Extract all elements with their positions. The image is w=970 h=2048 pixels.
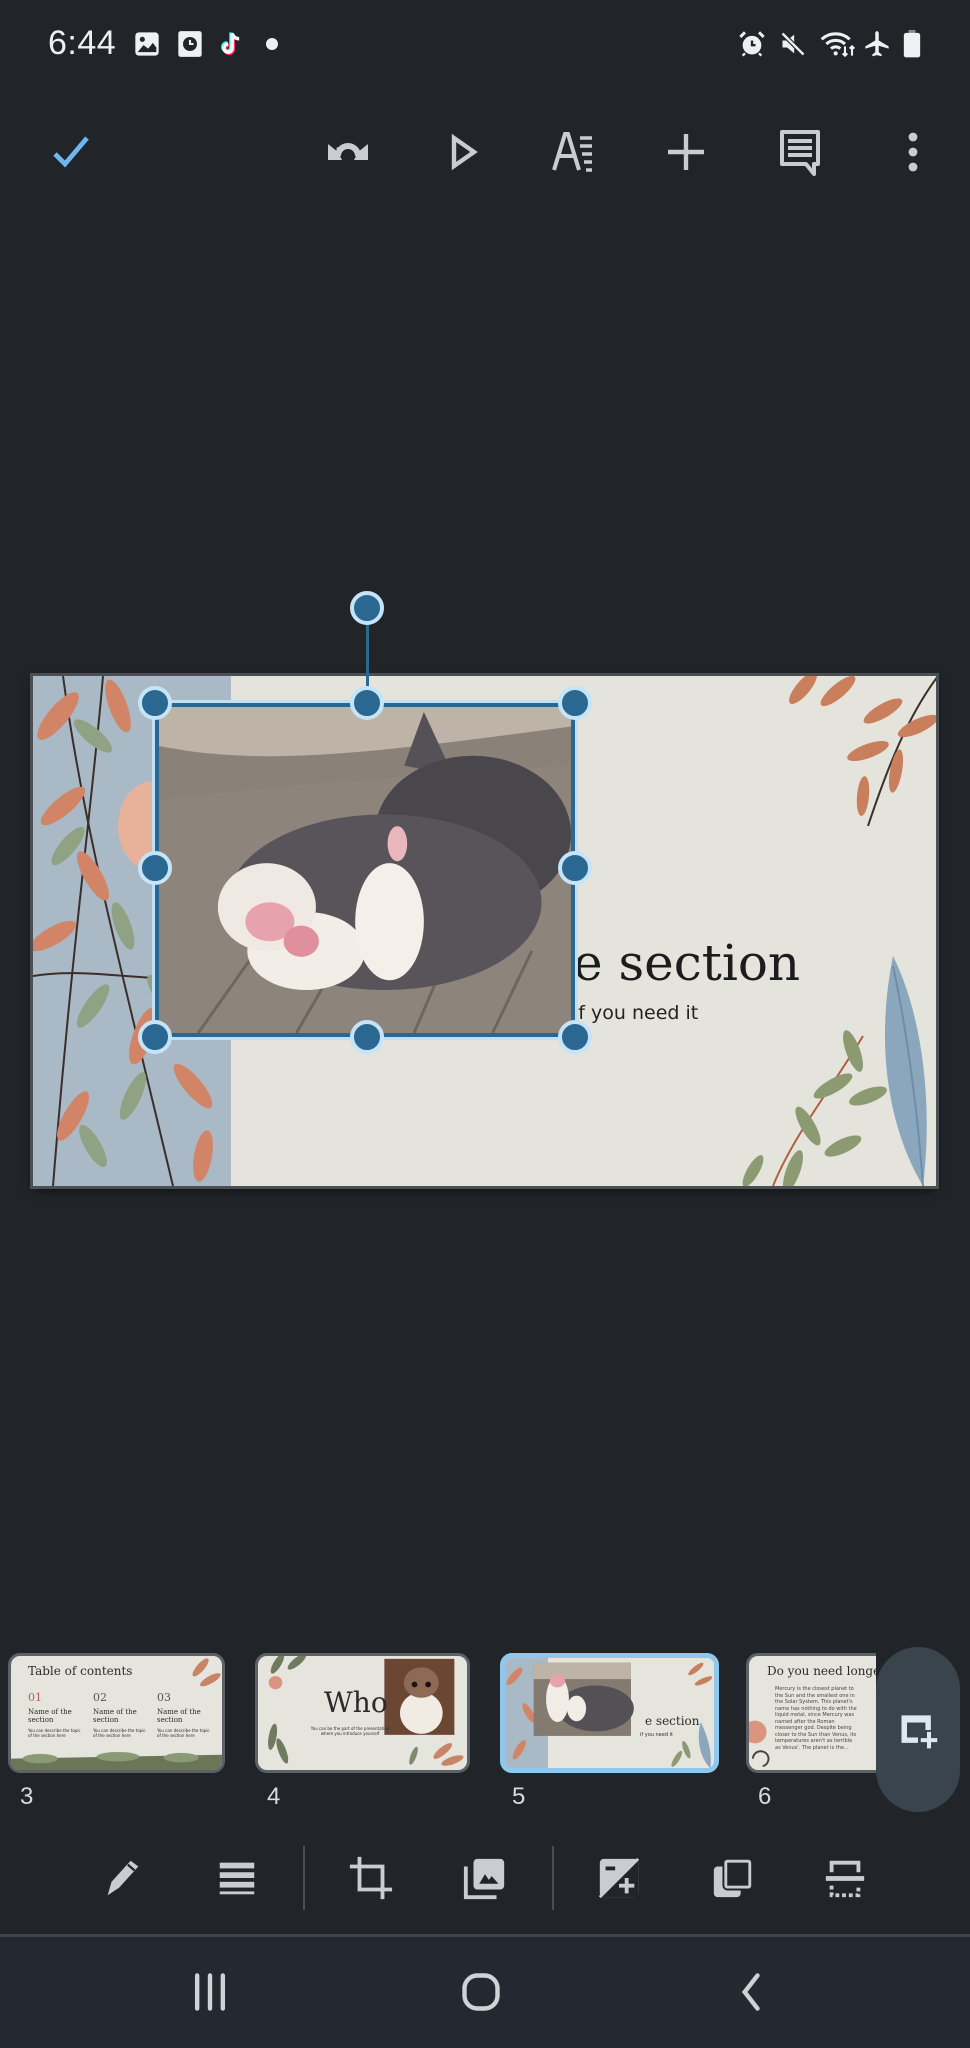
thumbnail-item-desc: You can describe the topic of the sectio… <box>157 1728 210 1738</box>
system-nav-bar <box>0 1937 970 2048</box>
slide-subtitle[interactable]: if you need it <box>573 1002 698 1024</box>
gallery-notification-icon <box>133 30 161 58</box>
alarm-icon <box>737 30 767 58</box>
resize-handle-bottom-right[interactable] <box>558 1020 592 1054</box>
more-vertical-icon <box>908 132 918 172</box>
more-notifications-dot <box>266 38 278 50</box>
resize-handle-bottom[interactable] <box>350 1020 384 1054</box>
toolbar-divider <box>552 1846 554 1910</box>
thumbnail-decoration <box>505 1658 713 1768</box>
wifi-icon <box>818 30 858 58</box>
thumbnail-title: Table of contents <box>28 1664 133 1678</box>
status-bar: 6:44 <box>0 0 970 92</box>
resize-handle-right[interactable] <box>558 851 592 885</box>
tiktok-icon <box>216 30 246 58</box>
thumbnail-item-desc: You can describe the topic of the sectio… <box>93 1728 146 1738</box>
replace-image-button[interactable] <box>455 1848 515 1908</box>
done-button[interactable] <box>41 122 101 182</box>
align-center-icon <box>825 1860 865 1898</box>
airplane-mode-icon <box>862 30 892 58</box>
slide-thumbnail-5[interactable]: e section if you need it <box>500 1653 719 1773</box>
back-icon <box>741 1973 760 2011</box>
recents-icon <box>194 1973 226 2011</box>
resize-handle-bottom-left[interactable] <box>138 1020 172 1054</box>
adjustments-button[interactable] <box>589 1848 649 1908</box>
slide-title[interactable]: e section <box>573 934 800 992</box>
leaf-decoration-top-right <box>789 676 936 826</box>
thumbnail-item-number: 02 <box>93 1691 107 1704</box>
lines-icon <box>219 1862 255 1895</box>
kitten-photo <box>159 707 571 1033</box>
crop-icon <box>349 1856 393 1900</box>
thumbnail-title: Do you need longer t <box>767 1664 876 1678</box>
thumbnail-desc: You can be the part of the presentation … <box>310 1726 390 1736</box>
thumbnail-title: Who <box>324 1686 388 1719</box>
resize-handle-top-right[interactable] <box>558 686 592 720</box>
toolbar-divider <box>303 1846 305 1910</box>
thumbnail-item-name: Name of the section <box>28 1708 72 1724</box>
slide-number: 4 <box>267 1783 281 1810</box>
thumbnail-item-number: 03 <box>157 1691 171 1704</box>
recent-apps-button[interactable] <box>180 1962 240 2022</box>
present-button[interactable] <box>432 122 492 182</box>
slide-thumbnail-6[interactable]: Do you need longer t Mercury is the clos… <box>746 1653 876 1773</box>
plus-icon <box>668 134 704 170</box>
selected-image[interactable] <box>152 700 578 1040</box>
arrange-button[interactable] <box>703 1848 763 1908</box>
resize-handle-left[interactable] <box>138 851 172 885</box>
exposure-icon <box>598 1857 640 1899</box>
alt-text-button[interactable] <box>207 1848 267 1908</box>
thumbnail-item-desc: You can describe the topic of the sectio… <box>28 1728 81 1738</box>
resize-handle-top-left[interactable] <box>138 686 172 720</box>
status-time: 6:44 <box>48 24 117 62</box>
mute-icon <box>778 30 808 58</box>
image-gallery-icon <box>463 1858 505 1900</box>
add-slide-icon <box>901 1714 938 1748</box>
image-format-toolbar <box>0 1838 970 1918</box>
format-text-button[interactable] <box>544 122 604 182</box>
slide-number: 6 <box>758 1783 772 1810</box>
edit-button[interactable] <box>93 1848 153 1908</box>
thumbnail-item-name: Name of the section <box>157 1708 201 1724</box>
thumbnail-desc: Mercury is the closest planet to the Sun… <box>775 1686 857 1751</box>
play-icon <box>451 133 478 171</box>
resize-handle-top[interactable] <box>350 686 384 720</box>
thumbnail-desc: if you need it <box>640 1732 673 1738</box>
insert-button[interactable] <box>656 122 716 182</box>
arrange-icon <box>713 1857 754 1898</box>
crop-button[interactable] <box>341 1848 401 1908</box>
slide-thumbnail-4[interactable]: Who You can be the part of the presentat… <box>255 1653 470 1773</box>
pencil-icon <box>107 1860 139 1896</box>
add-slide-button[interactable] <box>876 1647 960 1812</box>
slide-filmstrip[interactable]: Table of contents 01 02 03 Name of the s… <box>0 1645 970 1820</box>
slide-number: 5 <box>512 1783 526 1810</box>
text-format-icon <box>552 132 592 172</box>
thumbnail-item-number: 01 <box>28 1691 42 1704</box>
align-button[interactable] <box>815 1848 875 1908</box>
slide-thumbnail-3[interactable]: Table of contents 01 02 03 Name of the s… <box>8 1653 225 1773</box>
more-options-button[interactable] <box>883 122 943 182</box>
undo-button[interactable] <box>318 122 378 182</box>
home-icon <box>462 1973 500 2011</box>
battery-icon <box>902 30 922 58</box>
check-icon <box>53 136 89 168</box>
thumbnail-item-name: Name of the section <box>93 1708 137 1724</box>
back-button[interactable] <box>722 1962 782 2022</box>
editor-toolbar <box>0 112 970 192</box>
clock-notification-icon <box>176 30 204 58</box>
rotate-handle[interactable] <box>350 591 384 625</box>
home-button[interactable] <box>451 1962 511 2022</box>
comment-icon <box>780 130 820 176</box>
slide-number: 3 <box>20 1783 34 1810</box>
thumbnail-title: e section <box>645 1714 700 1728</box>
comments-button[interactable] <box>770 122 830 182</box>
undo-icon <box>328 143 368 160</box>
